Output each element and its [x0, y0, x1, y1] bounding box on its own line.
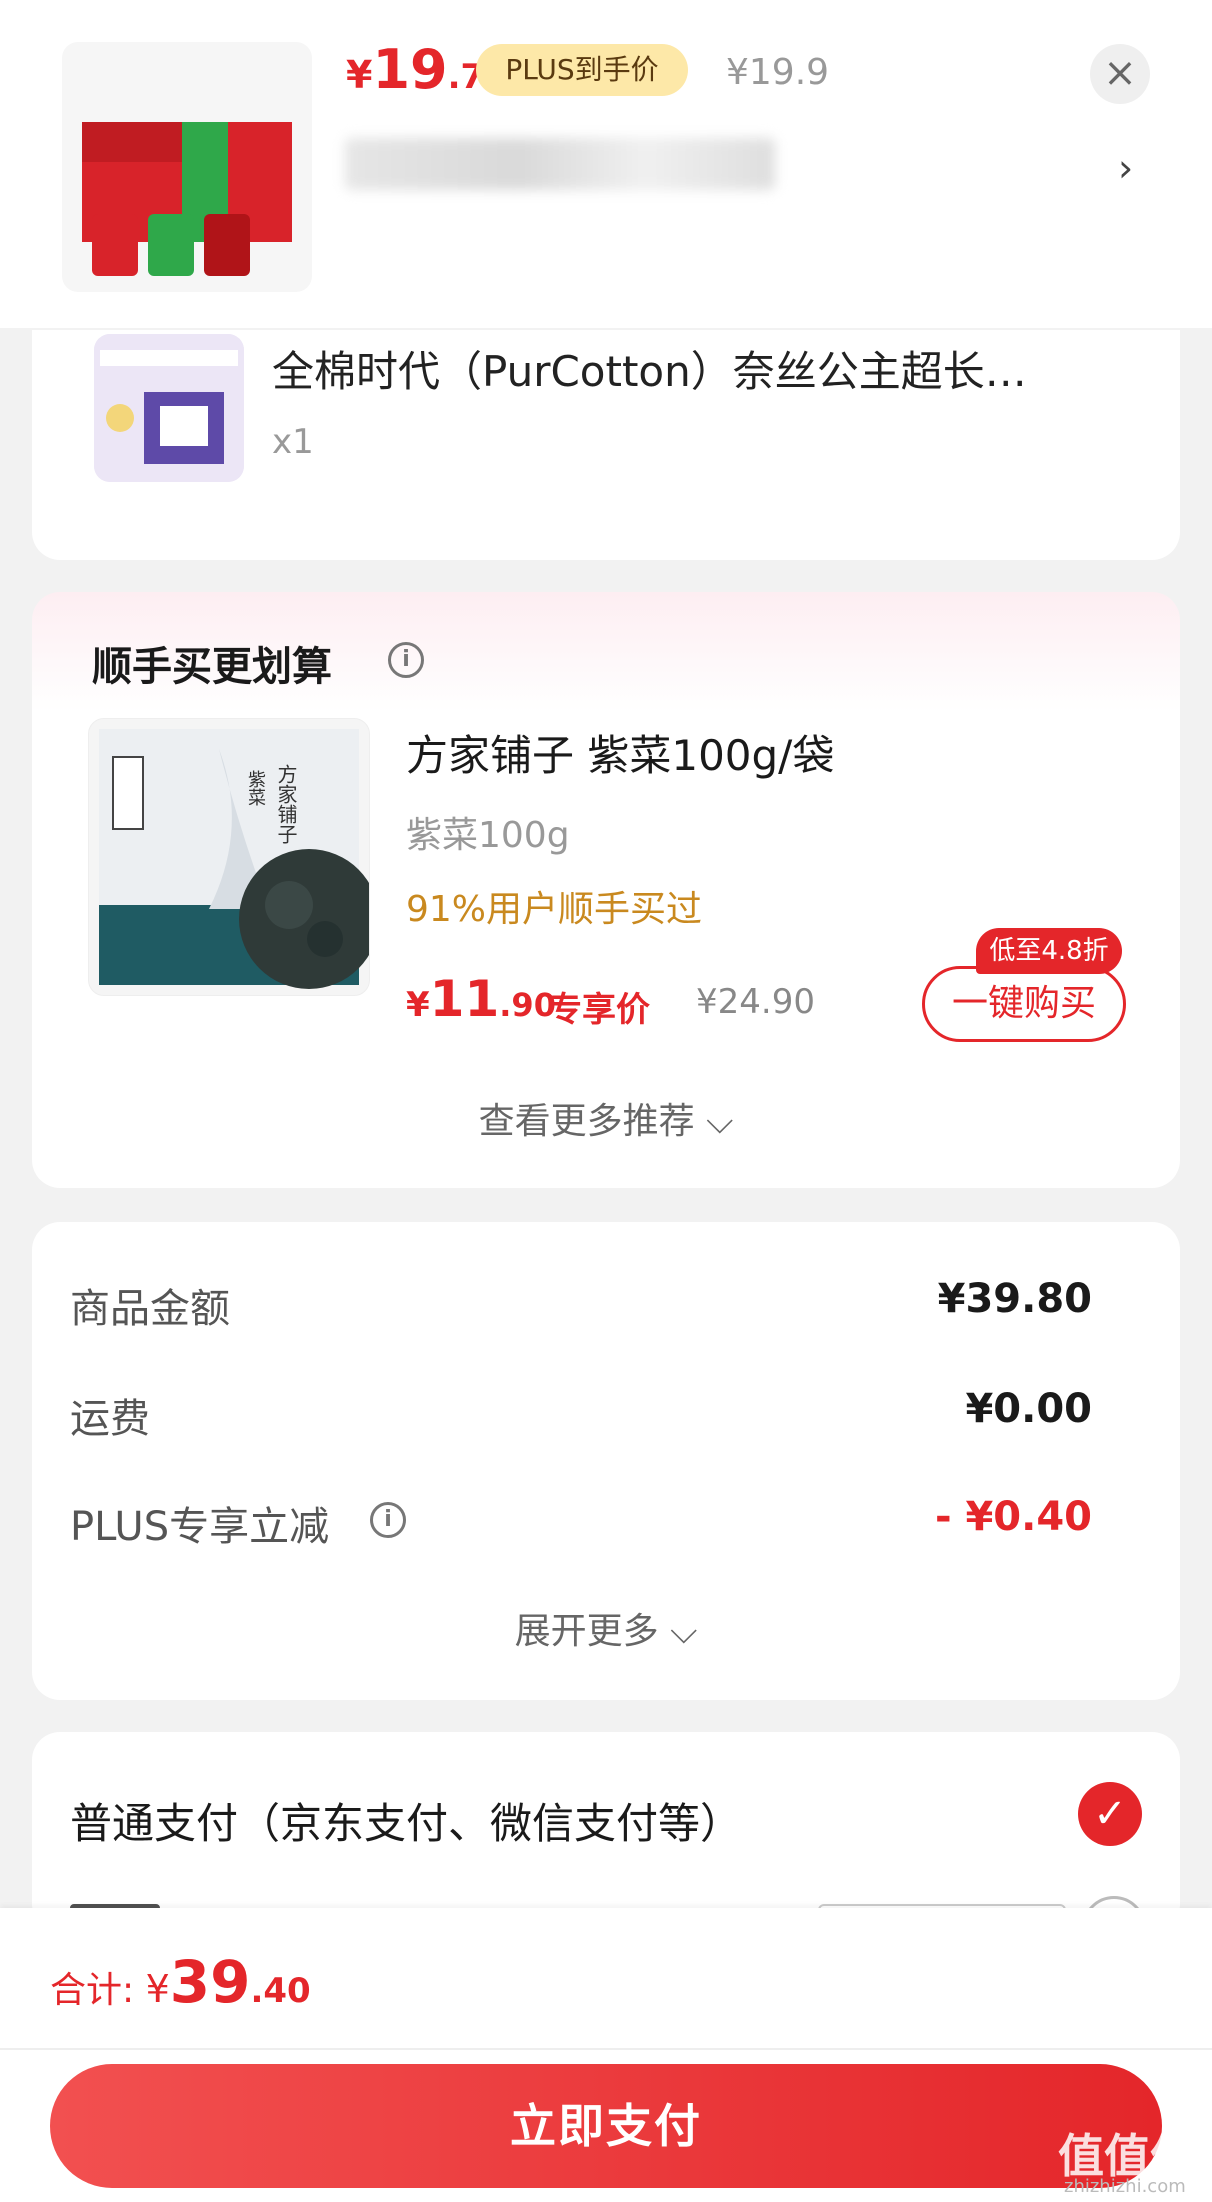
plus-discount-label: PLUS专享立减 [70, 1504, 330, 1550]
shipping-value: ¥0.00 [965, 1386, 1092, 1432]
recommend-price: ¥11.90 [406, 970, 556, 1028]
purcotton-product-image [94, 334, 244, 482]
exclusive-price-label: 专享价 [548, 990, 650, 1030]
checkmark-icon[interactable]: ✓ [1078, 1782, 1142, 1846]
recommend-original-price: ¥24.90 [696, 982, 815, 1022]
header-original-price: ¥19.9 [726, 52, 830, 93]
plus-price-badge: PLUS到手价 [476, 44, 688, 96]
order-item-quantity: x1 [272, 422, 314, 462]
header-product-thumbnail [62, 42, 312, 292]
subtotal-value: ¥39.80 [937, 1276, 1092, 1322]
close-button[interactable]: × [1090, 44, 1150, 104]
watermark-url: zhizhizhi.com [1064, 2176, 1186, 2197]
divider [0, 2048, 1212, 2050]
cola-pack-image [82, 122, 292, 276]
recommend-bought-ratio: 91%用户顺手买过 [406, 889, 703, 930]
expand-more-link[interactable]: 展开更多 ⌵ [32, 1602, 1180, 1654]
recommend-product-thumbnail[interactable] [88, 718, 370, 996]
thumb-brand-text-2: 紫菜 [245, 770, 266, 806]
blurred-address [345, 138, 775, 190]
one-click-buy-button[interactable]: 一键购买 [922, 966, 1126, 1042]
discount-info-icon[interactable]: i [370, 1502, 406, 1538]
seaweed-product-image [99, 729, 369, 989]
more-recommendations-link[interactable]: 查看更多推荐 ⌵ [32, 1092, 1180, 1144]
recommend-product-name[interactable]: 方家铺子 紫菜100g/袋 [406, 722, 834, 783]
order-item-thumbnail [94, 334, 244, 482]
subtotal-label: 商品金额 [70, 1286, 230, 1332]
recommend-product-spec: 紫菜100g [406, 815, 570, 856]
plus-discount-value: - ¥0.40 [934, 1494, 1092, 1540]
thumb-brand-text: 方家铺子 [274, 764, 298, 844]
pay-now-button[interactable]: 立即支付 [50, 2064, 1162, 2188]
shipping-label: 运费 [70, 1396, 150, 1442]
chevron-right-icon[interactable]: › [1118, 146, 1133, 190]
order-item-title[interactable]: 全棉时代（PurCotton）奈丝公主超长… [272, 338, 1027, 399]
discount-tag: 低至4.8折 [976, 928, 1122, 974]
order-total: 合计: ¥39.40 [50, 1948, 311, 2016]
recommend-title: 顺手买更划算 [92, 644, 332, 690]
info-icon[interactable]: i [388, 642, 424, 678]
payment-option-standard[interactable]: 普通支付（京东支付、微信支付等） [70, 1790, 742, 1851]
header-price: ¥19.7 [346, 38, 485, 101]
